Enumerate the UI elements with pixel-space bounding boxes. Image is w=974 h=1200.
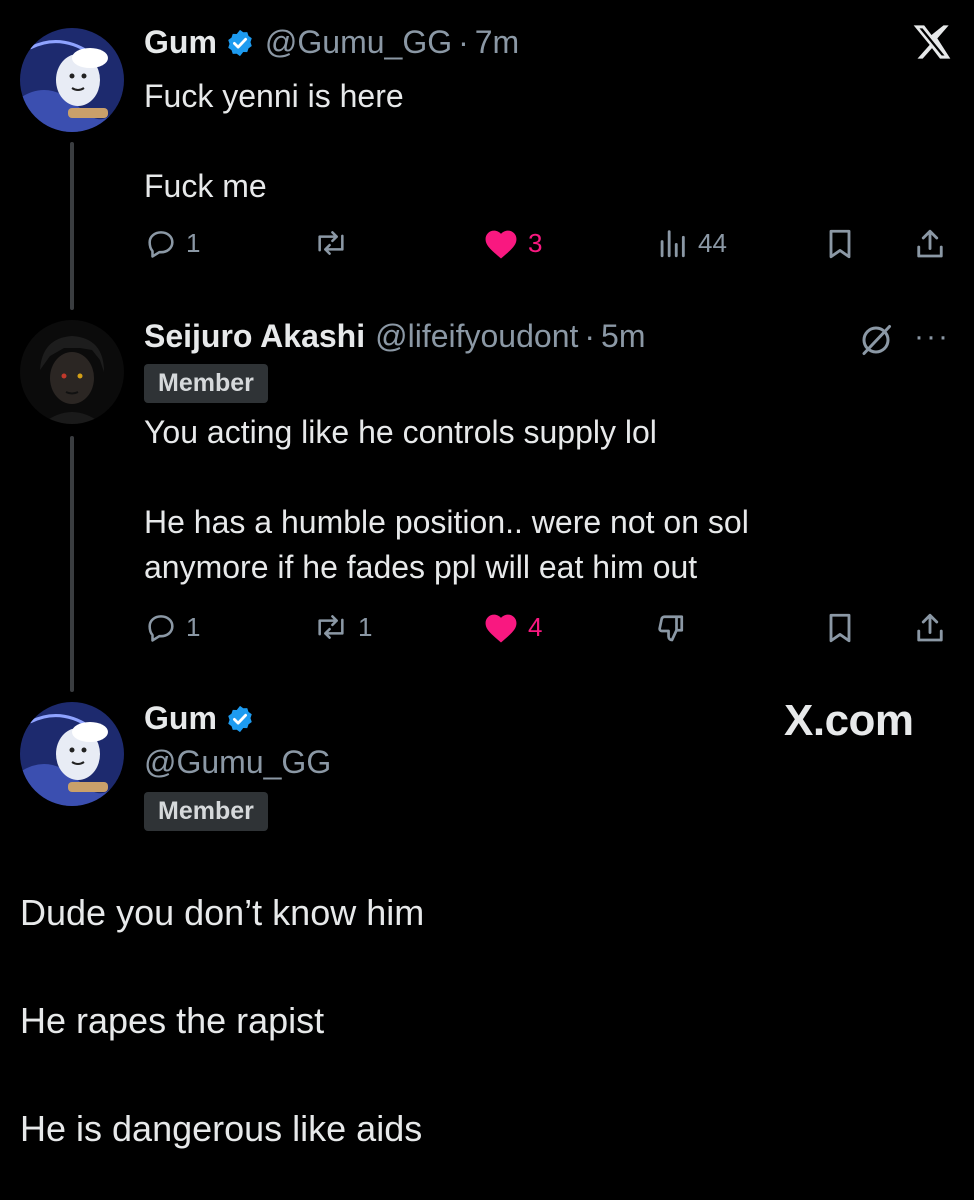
- repost-icon: [318, 231, 344, 255]
- views-icon: [660, 230, 685, 258]
- author-name[interactable]: Gum: [144, 24, 217, 61]
- reply-count: 1: [186, 227, 201, 258]
- author-handle[interactable]: @Gumu_GG: [144, 744, 331, 781]
- like-icon: [485, 230, 517, 259]
- like-count: 3: [528, 227, 543, 258]
- repost-button[interactable]: [312, 226, 358, 260]
- post-text: Dude you don’t know him He rapes the rap…: [20, 892, 425, 1149]
- like-button[interactable]: 4: [482, 610, 542, 644]
- grok-icon[interactable]: [858, 322, 894, 358]
- share-icon[interactable]: [912, 226, 948, 262]
- like-count: 4: [528, 611, 543, 642]
- verified-badge-icon: [225, 704, 255, 734]
- author-handle[interactable]: @Gumu_GG: [265, 24, 452, 61]
- like-button[interactable]: 3: [482, 226, 542, 260]
- avatar[interactable]: [20, 320, 124, 424]
- timestamp[interactable]: 7m: [475, 24, 519, 61]
- avatar[interactable]: [20, 28, 124, 132]
- thread-line: [70, 436, 74, 692]
- post-header: Gum @Gumu_GG · 7m: [144, 24, 519, 61]
- thread-line: [70, 142, 74, 310]
- downvote-icon[interactable]: [654, 610, 690, 646]
- reply-button[interactable]: 1: [144, 226, 200, 260]
- author-handle[interactable]: @lifeifyoudont: [375, 318, 578, 355]
- post-header-handle: @Gumu_GG: [144, 744, 331, 781]
- bookmark-icon[interactable]: [822, 610, 858, 646]
- views-count: 44: [698, 227, 727, 258]
- repost-button[interactable]: 1: [312, 610, 372, 644]
- author-name[interactable]: Seijuro Akashi: [144, 318, 365, 355]
- post-text: You acting like he controls supply lol H…: [144, 414, 749, 585]
- brand-watermark: X.com: [784, 696, 914, 745]
- views-button[interactable]: 44: [654, 226, 727, 260]
- member-badge: Member: [144, 364, 268, 403]
- separator: ·: [584, 318, 596, 354]
- repost-count: 1: [358, 611, 373, 642]
- screenshot: Gum @Gumu_GG · 7m Fuck yenni is here Fuc…: [0, 0, 974, 1200]
- bookmark-icon[interactable]: [822, 226, 858, 262]
- share-icon[interactable]: [912, 610, 948, 646]
- like-icon: [485, 614, 517, 643]
- reply-button[interactable]: 1: [144, 610, 200, 644]
- post-header: Seijuro Akashi @lifeifyoudont · 5m: [144, 318, 645, 355]
- more-icon[interactable]: ···: [914, 320, 950, 354]
- post-header: Gum: [144, 700, 255, 737]
- x-logo-icon[interactable]: [912, 22, 952, 62]
- reply-count: 1: [186, 611, 201, 642]
- author-name[interactable]: Gum: [144, 700, 217, 737]
- separator: ·: [458, 24, 469, 60]
- post-text: Fuck yenni is here Fuck me: [144, 78, 404, 204]
- member-badge: Member: [144, 792, 268, 831]
- timestamp[interactable]: 5m: [601, 318, 645, 355]
- avatar[interactable]: [20, 702, 124, 806]
- verified-badge-icon: [225, 28, 255, 58]
- reply-icon: [148, 231, 174, 258]
- repost-icon: [318, 615, 344, 639]
- reply-icon: [148, 615, 174, 642]
